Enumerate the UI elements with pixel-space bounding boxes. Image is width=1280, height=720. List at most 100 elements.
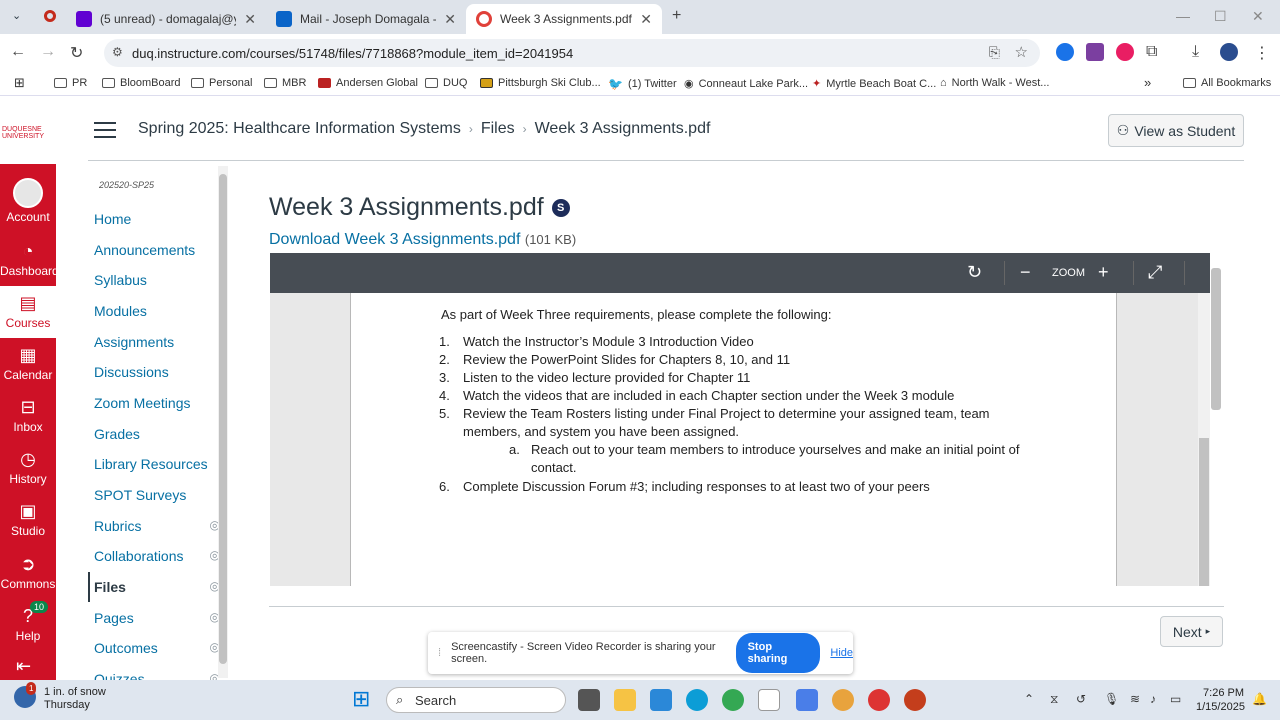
chrome-profile-icon[interactable] [832, 689, 854, 711]
stop-sharing-button[interactable]: Stop sharing [735, 633, 821, 673]
course-nav-rubrics[interactable]: Rubrics ◎ [94, 518, 218, 534]
global-nav-inbox[interactable]: ⊟ Inbox [0, 390, 56, 442]
course-nav-library-resources[interactable]: Library Resources [94, 456, 218, 472]
global-nav-history[interactable]: ◷ History [0, 442, 56, 494]
global-nav-dashboard[interactable]: ◔ Dashboard [0, 234, 59, 286]
course-nav-modules[interactable]: Modules [94, 303, 218, 319]
file-explorer-icon[interactable] [614, 689, 636, 711]
bookmark-duq[interactable]: DUQ [425, 77, 467, 89]
forward-icon[interactable]: → [40, 43, 56, 61]
bookmark-conneaut[interactable]: ◉ Conneaut Lake Park... [684, 77, 808, 91]
global-nav-studio[interactable]: ▣ Studio [0, 494, 56, 546]
tray-app-icon[interactable]: ⧖ [1050, 692, 1058, 707]
course-nav-announcements[interactable]: Announcements [94, 242, 218, 258]
course-nav-grades[interactable]: Grades [94, 426, 218, 442]
extension-b-icon[interactable] [1086, 43, 1104, 61]
studio-s-icon[interactable]: S [551, 198, 570, 217]
bookmark-star-icon[interactable]: ☆ [1015, 43, 1028, 61]
global-nav-courses[interactable]: ▤ Courses [0, 286, 56, 338]
back-icon[interactable]: ← [10, 43, 26, 61]
global-nav-help[interactable]: ? 10 Help [0, 599, 56, 651]
powerpoint-icon[interactable] [904, 689, 926, 711]
bookmark-twitter[interactable]: 🐦 (1) Twitter [608, 77, 677, 91]
drag-handle-icon[interactable]: ⁞ [438, 647, 441, 659]
document-icon[interactable] [758, 689, 780, 711]
notification-bell-icon[interactable]: 🔔 [1252, 692, 1267, 706]
breadcrumb-files[interactable]: Files [481, 120, 515, 138]
zoom-out-icon[interactable]: − [1020, 262, 1031, 283]
zoom-in-icon[interactable]: + [1098, 262, 1109, 283]
browser-tab-outlook[interactable]: Mail - Joseph Domagala - Outl ✕ [266, 4, 466, 34]
bookmark-ski-club[interactable]: Pittsburgh Ski Club... [480, 77, 601, 89]
task-view-icon[interactable] [578, 689, 600, 711]
course-nav-zoom-meetings[interactable]: Zoom Meetings [94, 395, 218, 411]
reload-icon[interactable]: ↻ [70, 43, 83, 63]
bookmark-andersen[interactable]: Andersen Global [318, 77, 418, 89]
profile-avatar[interactable] [1220, 43, 1238, 61]
browser-tab-active[interactable]: Week 3 Assignments.pdf: HAD ✕ [466, 4, 662, 34]
course-nav-spot-surveys[interactable]: SPOT Surveys [94, 487, 218, 503]
bookmark-north-walk[interactable]: ⌂ North Walk - West... [940, 77, 1049, 89]
minimize-icon[interactable]: — [1176, 8, 1190, 24]
bookmark-bloomboard[interactable]: BloomBoard [102, 77, 181, 89]
maximize-icon[interactable]: ☐ [1214, 8, 1227, 25]
download-icon[interactable]: ⤓ [1192, 43, 1199, 61]
browser-tab-yahoo[interactable]: (5 unread) - domagalaj@yahoo ✕ [66, 4, 266, 34]
screencastify-icon[interactable] [1116, 43, 1134, 61]
course-nav-pages[interactable]: Pages ◎ [94, 610, 218, 626]
pdf-scrollbar[interactable] [1198, 293, 1210, 586]
chrome-alt-icon[interactable] [868, 689, 890, 711]
course-nav-collaborations[interactable]: Collaborations ◎ [94, 548, 218, 564]
site-info-icon[interactable]: ⚙ [112, 45, 123, 59]
weather-widget[interactable]: 1 1 in. of snow Thursday [14, 682, 106, 712]
tray-chevron-icon[interactable]: ⌃ [1024, 692, 1034, 706]
all-bookmarks[interactable]: All Bookmarks [1183, 77, 1271, 89]
chrome-icon[interactable] [722, 689, 744, 711]
course-nav-files[interactable]: Files ◎ [94, 579, 218, 595]
global-nav-calendar[interactable]: ▦ Calendar [0, 338, 56, 390]
next-button[interactable]: Next ▸ [1160, 616, 1223, 647]
edge-icon[interactable] [686, 689, 708, 711]
close-icon[interactable]: ✕ [244, 11, 256, 28]
system-clock[interactable]: 7:26 PM 1/15/2025 [1196, 686, 1245, 714]
rotate-icon[interactable]: ↻ [967, 262, 982, 283]
new-tab-button[interactable]: + [672, 7, 681, 25]
university-logo[interactable]: DUQUESNE UNIVERSITY [0, 96, 56, 164]
view-as-student-button[interactable]: ⚇ View as Student [1108, 114, 1244, 147]
extensions-puzzle-icon[interactable]: ⧉ [1146, 43, 1157, 61]
tray-sync-icon[interactable]: ↺ [1076, 692, 1086, 706]
fullscreen-icon[interactable]: ⤢ [1148, 262, 1162, 283]
hide-link[interactable]: Hide [830, 647, 853, 659]
bookmark-myrtle-beach[interactable]: ✦ Myrtle Beach Boat C... [812, 77, 936, 91]
bookmark-mbr[interactable]: MBR [264, 77, 306, 89]
taskbar-search[interactable]: ⌕ Search [386, 687, 566, 713]
app-icon[interactable] [796, 689, 818, 711]
apps-grid-icon[interactable]: ⊞ [14, 75, 25, 91]
more-bookmarks-icon[interactable]: » [1144, 75, 1151, 90]
menu-kebab-icon[interactable]: ⋮ [1254, 43, 1270, 63]
global-nav-commons[interactable]: ➲ Commons [0, 547, 56, 599]
course-nav-home[interactable]: Home [94, 211, 218, 227]
window-close-icon[interactable]: ✕ [1252, 8, 1264, 25]
install-icon[interactable]: ⎘ [989, 44, 1000, 61]
extension-icon[interactable] [1056, 43, 1074, 61]
microphone-icon[interactable]: 🎙 [1104, 692, 1119, 706]
store-icon[interactable] [650, 689, 672, 711]
course-menu-toggle[interactable] [94, 122, 116, 143]
volume-icon[interactable]: ♪ [1150, 692, 1156, 706]
page-scrollbar[interactable] [1210, 258, 1222, 578]
course-nav-assignments[interactable]: Assignments [94, 334, 218, 350]
wifi-icon[interactable]: ≋ [1130, 692, 1140, 706]
close-icon[interactable]: ✕ [640, 11, 652, 28]
close-icon[interactable]: ✕ [444, 11, 456, 28]
tab-search-icon[interactable]: ⌄ [12, 9, 21, 22]
course-nav-outcomes[interactable]: Outcomes ◎ [94, 640, 218, 656]
bookmark-personal[interactable]: Personal [191, 77, 252, 89]
collapse-nav-icon[interactable]: ⇤ [16, 656, 31, 677]
battery-icon[interactable]: ▭ [1170, 692, 1181, 706]
global-nav-account[interactable]: Account [0, 174, 56, 226]
course-nav-discussions[interactable]: Discussions [94, 364, 218, 380]
bookmark-pr[interactable]: PR [54, 77, 87, 89]
course-nav-syllabus[interactable]: Syllabus [94, 272, 218, 288]
course-nav-scrollbar[interactable] [218, 166, 228, 678]
